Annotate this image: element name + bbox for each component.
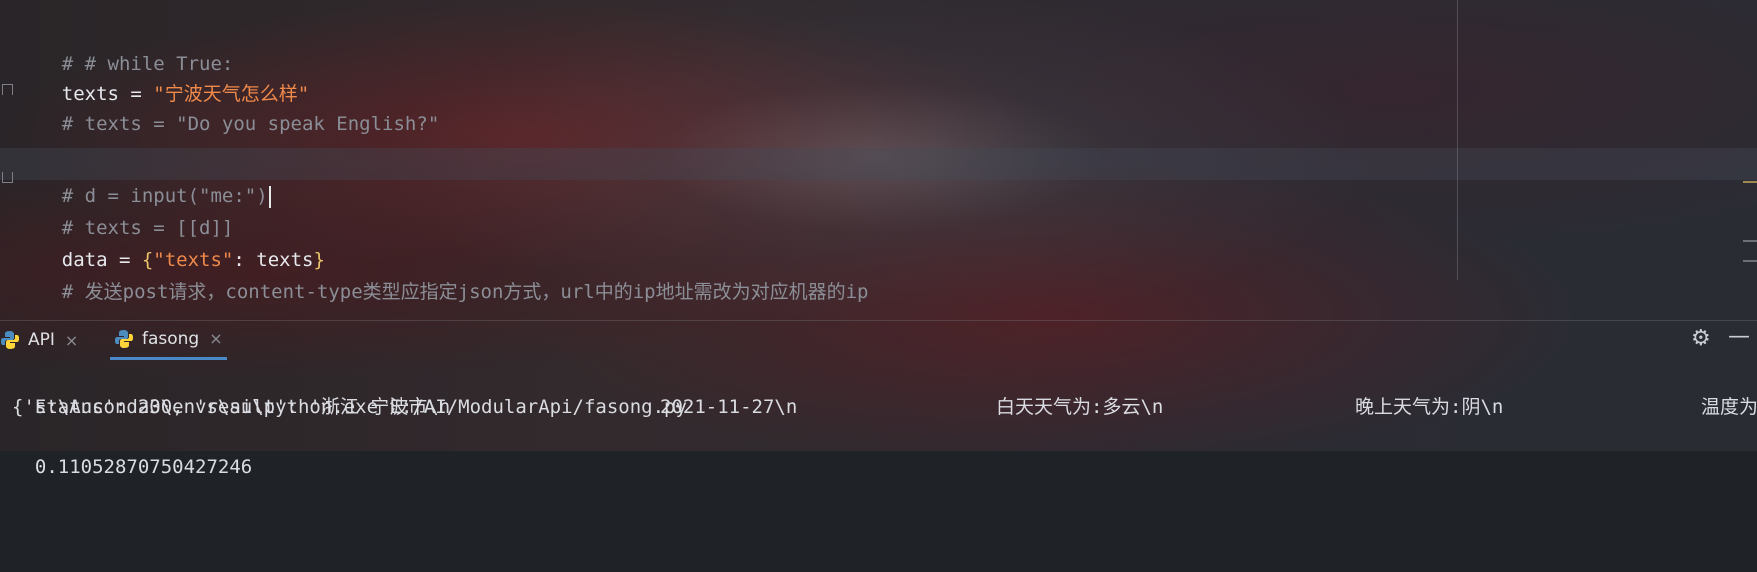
console-text: 2021-11-27\n xyxy=(660,396,798,418)
code-line-6[interactable]: # texts = [[d]] xyxy=(16,180,234,239)
code-line-3[interactable]: # texts = "Do you speak English?" xyxy=(16,76,440,135)
console-output-line: 0.11052870750427246 xyxy=(12,422,252,478)
fold-marker-icon[interactable] xyxy=(2,84,13,95)
scrollbar-marker[interactable] xyxy=(1743,260,1757,262)
console-text: 晚上天气为:阴\n xyxy=(1355,396,1504,418)
text-caret xyxy=(268,185,271,208)
run-tab-bar: API × fasong × xyxy=(0,320,1757,360)
code-line-4[interactable] xyxy=(16,106,62,138)
minimize-icon[interactable]: — xyxy=(1728,324,1750,349)
tab-label: API xyxy=(28,330,55,350)
tab-fasong[interactable]: fasong × xyxy=(110,320,227,360)
console-text: 温度为 xyxy=(1701,396,1757,418)
scrollbar-marker[interactable] xyxy=(1743,240,1757,242)
console-command-line: E:\Anconda3\envs\ai\python.exe E:/AI/Mod… xyxy=(12,362,687,418)
console-text: {'status': 200, 'result': '浙江 宁波市\n xyxy=(12,396,451,418)
right-margin-guide xyxy=(1457,0,1458,280)
code-editor[interactable]: # # while True: texts = "宁波天气怎么样" # text… xyxy=(0,0,1757,303)
comment-text: # texts = "Do you speak English?" xyxy=(61,113,440,135)
python-icon xyxy=(115,329,133,348)
tab-label: fasong xyxy=(142,328,200,349)
tab-api[interactable]: API × xyxy=(0,320,78,360)
console-text: 白天天气为:多云\n xyxy=(996,396,1164,418)
code-line-5[interactable]: # d = input("me:") xyxy=(16,148,271,208)
scrollbar-marker[interactable] xyxy=(1743,181,1757,183)
code-line-7[interactable]: data = {"texts": texts} xyxy=(16,212,325,271)
close-icon[interactable]: × xyxy=(209,329,222,348)
code-line-2[interactable]: texts = "宁波天气怎么样" xyxy=(16,46,309,105)
fold-marker-icon[interactable] xyxy=(2,172,13,183)
comment-text: # 发送post请求，content-type类型应指定json方式，url中的… xyxy=(61,281,869,303)
code-line-8[interactable]: # 发送post请求，content-type类型应指定json方式，url中的… xyxy=(16,244,869,303)
close-icon[interactable]: × xyxy=(65,331,78,350)
console-text: 0.11052870750427246 xyxy=(34,456,253,478)
console-output-line: {'status': 200, 'result': '浙江 宁波市\n 2021… xyxy=(12,392,1757,422)
code-line-1[interactable]: # # while True: xyxy=(16,16,234,75)
python-icon xyxy=(1,331,19,349)
gear-icon[interactable]: ⚙ xyxy=(1691,326,1711,351)
